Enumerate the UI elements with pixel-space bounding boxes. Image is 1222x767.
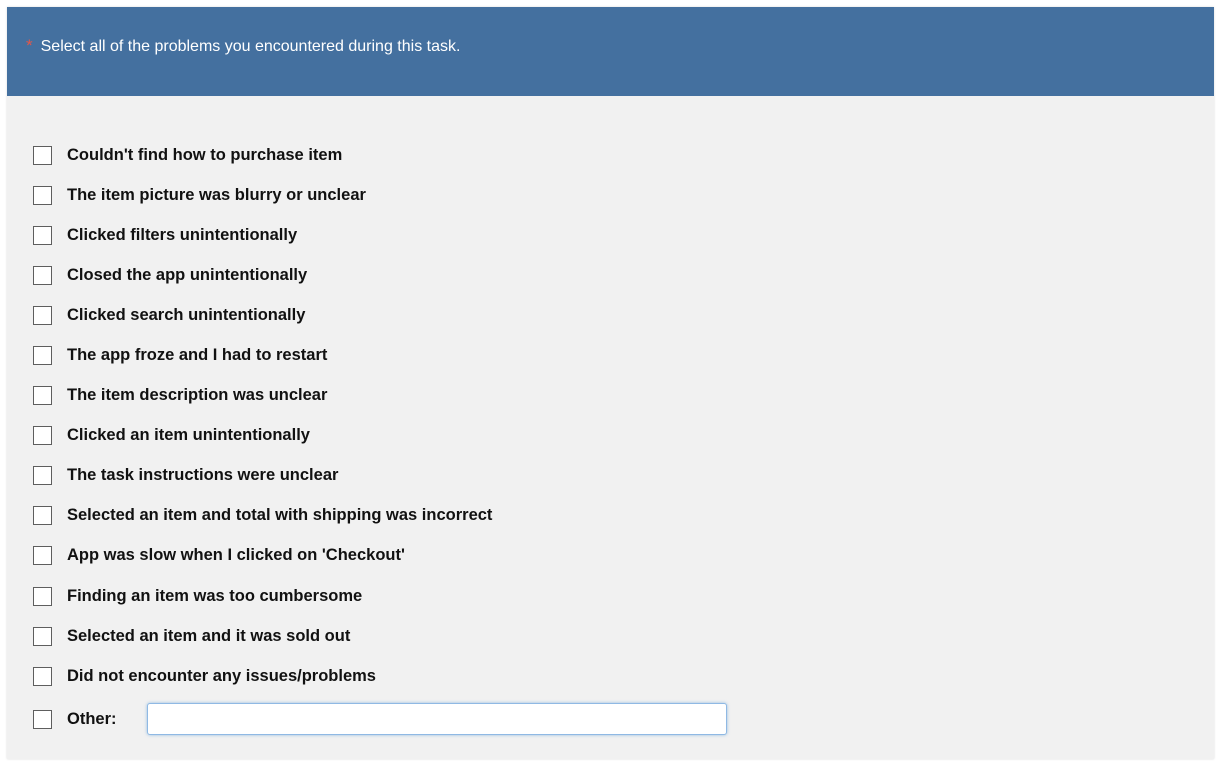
option-label[interactable]: Closed the app unintentionally [67,266,307,285]
checkbox[interactable] [33,626,52,646]
option-label[interactable]: Selected an item and total with shipping… [67,506,492,525]
option-item[interactable]: Clicked filters unintentionally [33,215,492,255]
other-label[interactable]: Other: [67,710,117,729]
checkbox[interactable] [33,386,52,406]
question-header: * Select all of the problems you encounte… [7,7,1214,96]
option-label[interactable]: Selected an item and it was sold out [67,627,350,646]
required-marker: * [26,36,33,55]
option-item[interactable]: The app froze and I had to restart [33,335,492,375]
option-item[interactable]: Couldn't find how to purchase item [33,135,492,175]
option-item[interactable]: App was slow when I clicked on 'Checkout… [33,536,492,576]
other-text-input[interactable] [147,703,727,736]
option-item-other[interactable]: Other: [33,696,727,742]
question-text-row: * Select all of the problems you encounte… [26,36,460,56]
checkbox[interactable] [33,145,52,165]
option-item[interactable]: Clicked an item unintentionally [33,416,492,456]
option-item[interactable]: Closed the app unintentionally [33,255,492,295]
option-label[interactable]: Did not encounter any issues/problems [67,667,376,686]
checkbox[interactable] [33,426,52,446]
question-text: Select all of the problems you encounter… [40,38,461,55]
option-label[interactable]: Couldn't find how to purchase item [67,146,342,165]
option-label[interactable]: The app froze and I had to restart [67,346,327,365]
checkbox[interactable] [33,185,52,205]
checkbox[interactable] [33,506,52,526]
option-label[interactable]: Clicked an item unintentionally [67,426,310,445]
option-item[interactable]: Selected an item and total with shipping… [33,496,492,536]
option-item[interactable]: The item picture was blurry or unclear [33,175,492,215]
checkbox[interactable] [33,265,52,285]
option-item[interactable]: The item description was unclear [33,376,492,416]
option-item[interactable]: Did not encounter any issues/problems [33,656,492,696]
checkbox[interactable] [33,666,52,686]
checkbox[interactable] [33,546,52,566]
option-label[interactable]: The item description was unclear [67,386,327,405]
option-label[interactable]: The task instructions were unclear [67,466,338,485]
option-item[interactable]: Selected an item and it was sold out [33,616,492,656]
checkbox[interactable] [33,225,52,245]
option-item[interactable]: Finding an item was too cumbersome [33,576,492,616]
option-label[interactable]: App was slow when I clicked on 'Checkout… [67,546,405,565]
checkbox[interactable] [33,346,52,366]
option-label[interactable]: Clicked search unintentionally [67,306,305,325]
option-label[interactable]: Finding an item was too cumbersome [67,587,362,606]
option-label[interactable]: Clicked filters unintentionally [67,226,297,245]
option-item[interactable]: Clicked search unintentionally [33,295,492,335]
checkbox[interactable] [33,586,52,606]
survey-question-card: * Select all of the problems you encounte… [7,7,1214,759]
options-list: Couldn't find how to purchase item The i… [33,135,727,742]
option-label[interactable]: The item picture was blurry or unclear [67,186,366,205]
checkbox[interactable] [33,466,52,486]
checkbox[interactable] [33,305,52,325]
checkbox-other[interactable] [33,709,52,729]
option-item[interactable]: The task instructions were unclear [33,456,492,496]
